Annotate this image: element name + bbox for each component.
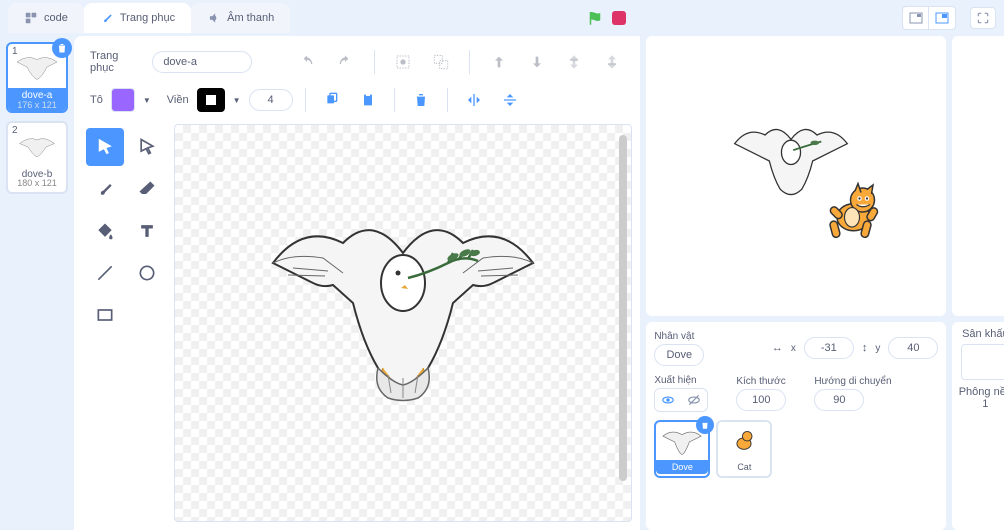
- outline-width-input[interactable]: [249, 89, 293, 111]
- dove-artwork: [253, 193, 553, 413]
- sprite-name-label: Nhân vật: [654, 331, 694, 342]
- show-label: Xuất hiện: [654, 375, 696, 386]
- x-input[interactable]: [804, 337, 854, 359]
- delete-sprite-button[interactable]: [696, 416, 714, 434]
- costume-list: 1 dove-a 176 x 121 2 dove-b 180 x 121: [0, 36, 74, 530]
- direction-input[interactable]: [814, 389, 864, 411]
- text-tool[interactable]: [128, 212, 166, 250]
- select-tool[interactable]: [86, 128, 124, 166]
- tab-sounds[interactable]: Âm thanh: [191, 3, 290, 33]
- backward-button[interactable]: [524, 48, 550, 76]
- stop-icon[interactable]: [612, 11, 626, 25]
- flip-h-button[interactable]: [460, 86, 488, 114]
- tab-costumes-label: Trang phục: [120, 12, 175, 24]
- backdrop-panel[interactable]: Sân khấu Phông nền 1: [952, 322, 1004, 530]
- small-stage-button[interactable]: [903, 7, 929, 29]
- stage-selector[interactable]: [952, 36, 1004, 316]
- circle-tool[interactable]: [128, 254, 166, 292]
- paint-editor: Trang phục Tô ▼ Viền ▼: [74, 36, 640, 530]
- line-tool[interactable]: [86, 254, 124, 292]
- costume-item-dove-b[interactable]: 2 dove-b 180 x 121: [6, 121, 68, 194]
- delete-costume-button[interactable]: [52, 38, 72, 58]
- front-button[interactable]: [561, 48, 587, 76]
- sprite-name-input[interactable]: [654, 344, 704, 366]
- backdrop-count: 1: [958, 398, 1004, 410]
- costume-item-dove-a[interactable]: 1 dove-a 176 x 121: [6, 42, 68, 113]
- copy-button[interactable]: [318, 86, 346, 114]
- stage-cat: [816, 176, 891, 251]
- sprite-item-cat[interactable]: Cat: [716, 420, 772, 478]
- flag-icon[interactable]: [586, 9, 604, 27]
- scrollbar[interactable]: [619, 135, 627, 481]
- paste-button[interactable]: [354, 86, 382, 114]
- fill-tool[interactable]: [86, 212, 124, 250]
- costume-name-input[interactable]: [152, 51, 252, 73]
- fullscreen-button[interactable]: [970, 7, 996, 29]
- back-button[interactable]: [599, 48, 625, 76]
- outline-label: Viền: [167, 94, 189, 106]
- rect-tool[interactable]: [86, 296, 124, 334]
- visibility-toggle: [654, 388, 708, 412]
- tab-sounds-label: Âm thanh: [227, 12, 274, 24]
- sprite-item-dove[interactable]: Dove: [654, 420, 710, 478]
- xy-icon: ↔: [772, 342, 783, 354]
- ungroup-button[interactable]: [428, 48, 454, 76]
- brush-tool[interactable]: [86, 170, 124, 208]
- forward-button[interactable]: [486, 48, 512, 76]
- redo-button[interactable]: [332, 48, 358, 76]
- sprite-list: Dove Cat: [654, 420, 938, 478]
- sprite-properties: Nhân vật ↔ x ↕ y Xuất hiện: [646, 322, 946, 530]
- direction-label: Hướng di chuyển: [814, 376, 891, 387]
- tab-code[interactable]: code: [8, 3, 84, 33]
- tab-costumes[interactable]: Trang phục: [84, 3, 191, 33]
- view-mode-buttons: [902, 6, 956, 30]
- fill-label: Tô: [90, 94, 103, 106]
- delete-button[interactable]: [407, 86, 435, 114]
- large-stage-button[interactable]: [929, 7, 955, 29]
- eraser-tool[interactable]: [128, 170, 166, 208]
- tool-palette: [82, 124, 170, 522]
- stage-label: Sân khấu: [958, 328, 1004, 340]
- flip-v-button[interactable]: [496, 86, 524, 114]
- group-button[interactable]: [390, 48, 416, 76]
- paint-canvas[interactable]: [174, 124, 632, 522]
- outline-color-picker[interactable]: [197, 88, 225, 112]
- reshape-tool[interactable]: [128, 128, 166, 166]
- size-label: Kích thước: [736, 376, 785, 387]
- y-icon: ↕: [862, 342, 868, 354]
- brush-icon: [100, 11, 114, 25]
- size-input[interactable]: [736, 389, 786, 411]
- show-button[interactable]: [655, 389, 681, 411]
- hide-button[interactable]: [681, 389, 707, 411]
- sound-icon: [207, 11, 221, 25]
- undo-button[interactable]: [295, 48, 321, 76]
- backdrop-thumb: [961, 344, 1004, 380]
- stage-preview[interactable]: [646, 36, 946, 316]
- tab-code-label: code: [44, 12, 68, 24]
- costume-thumb: [12, 127, 62, 165]
- y-input[interactable]: [888, 337, 938, 359]
- costume-name-label: Trang phục: [90, 50, 140, 74]
- backdrop-label: Phông nền: [958, 386, 1004, 398]
- code-icon: [24, 11, 38, 25]
- fill-color-picker[interactable]: [111, 88, 135, 112]
